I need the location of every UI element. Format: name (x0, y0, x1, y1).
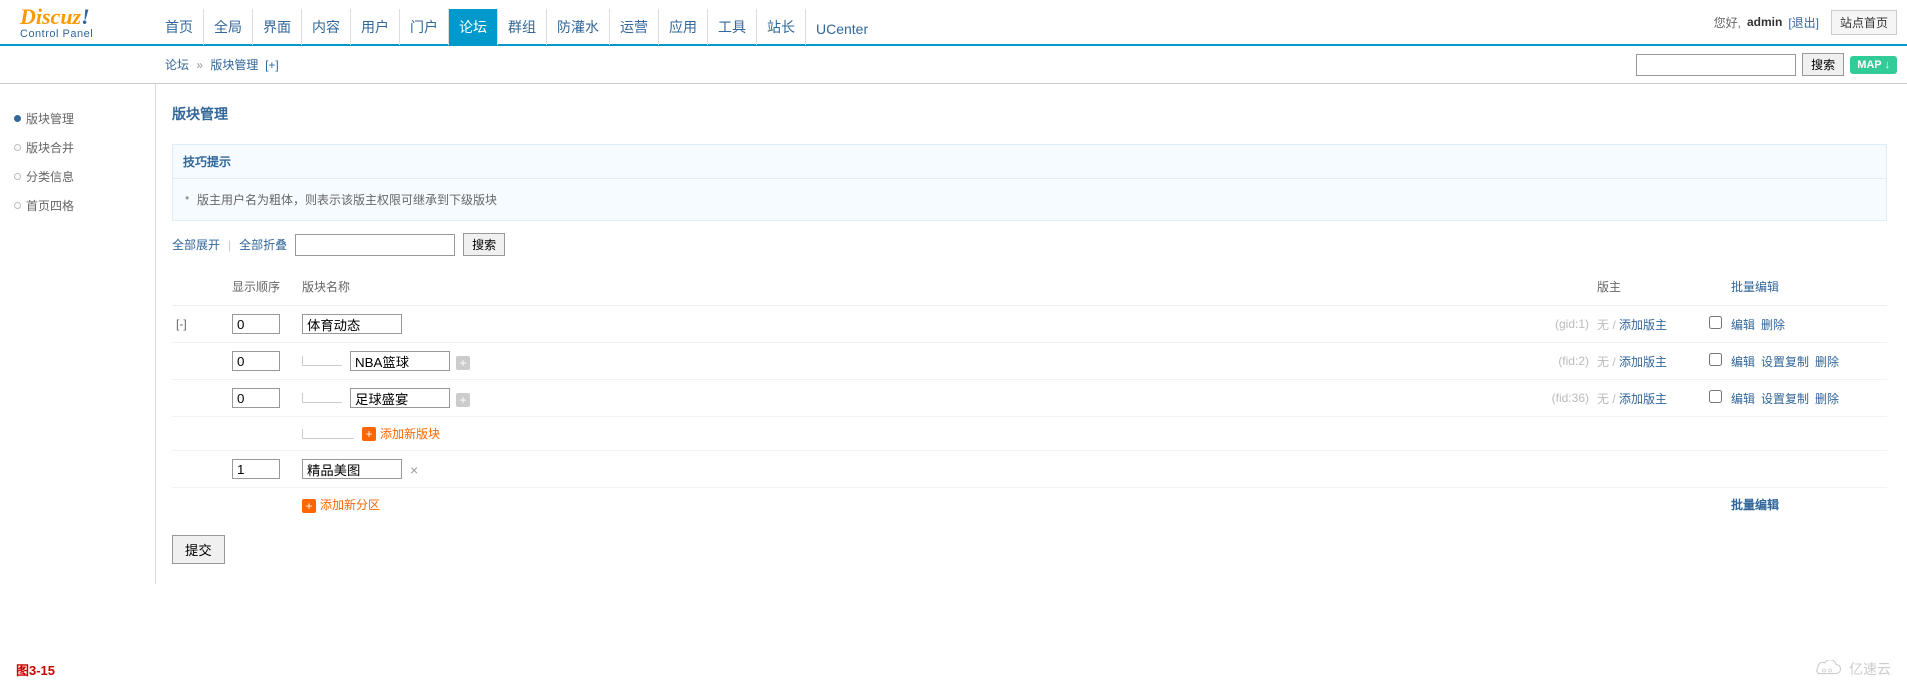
topnav-item[interactable]: 应用 (659, 9, 708, 45)
logout-link[interactable]: [退出] (1788, 14, 1819, 31)
plus-icon: + (362, 427, 376, 441)
tree-line-icon (302, 429, 354, 439)
global-search-input[interactable] (1636, 54, 1796, 76)
topnav-item[interactable]: 门户 (400, 9, 449, 45)
add-child-icon[interactable]: + (456, 393, 470, 407)
delete-link[interactable]: 删除 (1815, 392, 1839, 406)
edit-link[interactable]: 编辑 (1731, 318, 1755, 332)
topnav-item[interactable]: 首页 (155, 9, 204, 45)
top-nav: 首页全局界面内容用户门户论坛群组防灌水运营应用工具站长UCenter (155, 0, 878, 45)
tips-box: 技巧提示 版主用户名为粗体，则表示该版主权限可继承到下级版块 (172, 144, 1887, 221)
topnav-item[interactable]: UCenter (806, 13, 878, 45)
remove-row-icon[interactable]: × (410, 462, 418, 478)
table-row: × (172, 451, 1887, 488)
th-order: 显示顺序 (228, 268, 298, 306)
table-row: + (fid:2) 无 / 添加版主 编辑设置复制删除 (172, 343, 1887, 380)
row-checkbox[interactable] (1709, 353, 1722, 366)
table-row: [-] (gid:1) 无 / 添加版主 编辑删除 (172, 306, 1887, 343)
table-row: + (fid:36) 无 / 添加版主 编辑设置复制删除 (172, 380, 1887, 417)
sidebar-item[interactable]: 首页四格 (26, 199, 74, 213)
forum-name-input[interactable] (302, 459, 402, 479)
topnav-item[interactable]: 全局 (204, 9, 253, 45)
th-mod: 版主 (1593, 268, 1703, 306)
add-moderator-link[interactable]: 添加版主 (1619, 392, 1667, 406)
global-search-button[interactable]: 搜索 (1802, 53, 1844, 76)
batch-edit-header[interactable]: 批量编辑 (1731, 280, 1779, 294)
row-checkbox[interactable] (1709, 390, 1722, 403)
forum-id: (fid:2) (1533, 343, 1593, 380)
topnav-item[interactable]: 站长 (757, 9, 806, 45)
forum-name-input[interactable] (350, 351, 450, 371)
add-category-row: + 添加新分区 批量编辑 (172, 488, 1887, 522)
cloud-logo: 亿速云 (1809, 659, 1891, 679)
add-child-icon[interactable]: + (456, 356, 470, 370)
add-moderator-link[interactable]: 添加版主 (1619, 318, 1667, 332)
tips-title: 技巧提示 (173, 145, 1886, 179)
forum-name-input[interactable] (302, 314, 402, 334)
add-moderator-link[interactable]: 添加版主 (1619, 355, 1667, 369)
order-input[interactable] (232, 388, 280, 408)
copy-settings-link[interactable]: 设置复制 (1761, 355, 1809, 369)
add-forum-link[interactable]: 添加新版块 (380, 425, 440, 442)
forum-search-input[interactable] (295, 234, 455, 256)
add-category-link[interactable]: 添加新分区 (320, 498, 380, 512)
breadcrumb-add[interactable]: [+] (265, 58, 279, 72)
logo: Discuz! Control Panel (10, 4, 155, 40)
order-input[interactable] (232, 314, 280, 334)
th-name: 版块名称 (298, 268, 1533, 306)
plus-icon: + (302, 499, 316, 513)
greeting: 您好, (1714, 14, 1741, 31)
submit-button[interactable]: 提交 (172, 535, 225, 564)
edit-link[interactable]: 编辑 (1731, 355, 1755, 369)
order-input[interactable] (232, 459, 280, 479)
user-area: 您好, admin [退出] 站点首页 (1714, 10, 1897, 35)
topnav-item[interactable]: 用户 (351, 9, 400, 45)
topnav-item[interactable]: 群组 (498, 9, 547, 45)
topnav-item[interactable]: 防灌水 (547, 9, 610, 45)
sidebar-item[interactable]: 版块管理 (26, 112, 74, 126)
breadcrumb: 论坛 » 版块管理 [+] (165, 56, 279, 73)
batch-edit-footer[interactable]: 批量编辑 (1731, 498, 1779, 512)
page-title: 版块管理 (172, 104, 1887, 124)
topnav-item[interactable]: 运营 (610, 9, 659, 45)
topnav-item[interactable]: 工具 (708, 9, 757, 45)
toggle-collapse[interactable]: [-] (176, 317, 187, 331)
order-input[interactable] (232, 351, 280, 371)
tree-line-icon (302, 356, 342, 366)
row-checkbox[interactable] (1709, 316, 1722, 329)
forum-name-input[interactable] (350, 388, 450, 408)
figure-label: 图3-15 (16, 660, 55, 679)
breadcrumb-section[interactable]: 版块管理 (210, 58, 258, 72)
forum-table: 显示顺序 版块名称 版主 批量编辑 [-] (gid:1) 无 / 添加版主 (172, 268, 1887, 521)
delete-link[interactable]: 删除 (1761, 318, 1785, 332)
forum-id: (gid:1) (1533, 306, 1593, 343)
sidebar: 版块管理版块合并分类信息首页四格 (0, 84, 155, 584)
delete-link[interactable]: 删除 (1815, 355, 1839, 369)
topnav-item[interactable]: 论坛 (449, 9, 498, 45)
add-forum-row: + 添加新版块 (172, 417, 1887, 451)
tips-item: 版主用户名为粗体，则表示该版主权限可继承到下级版块 (183, 191, 1876, 208)
map-button[interactable]: MAP ↓ (1850, 56, 1897, 74)
edit-link[interactable]: 编辑 (1731, 392, 1755, 406)
sidebar-item[interactable]: 版块合并 (26, 141, 74, 155)
tree-line-icon (302, 393, 342, 403)
forum-search-button[interactable]: 搜索 (463, 233, 505, 256)
topnav-item[interactable]: 内容 (302, 9, 351, 45)
copy-settings-link[interactable]: 设置复制 (1761, 392, 1809, 406)
forum-id: (fid:36) (1533, 380, 1593, 417)
breadcrumb-forum[interactable]: 论坛 (165, 58, 189, 72)
expand-all-link[interactable]: 全部展开 (172, 236, 220, 253)
topnav-item[interactable]: 界面 (253, 9, 302, 45)
username: admin (1747, 15, 1782, 29)
sidebar-item[interactable]: 分类信息 (26, 170, 74, 184)
collapse-all-link[interactable]: 全部折叠 (239, 236, 287, 253)
site-home-button[interactable]: 站点首页 (1831, 10, 1897, 35)
